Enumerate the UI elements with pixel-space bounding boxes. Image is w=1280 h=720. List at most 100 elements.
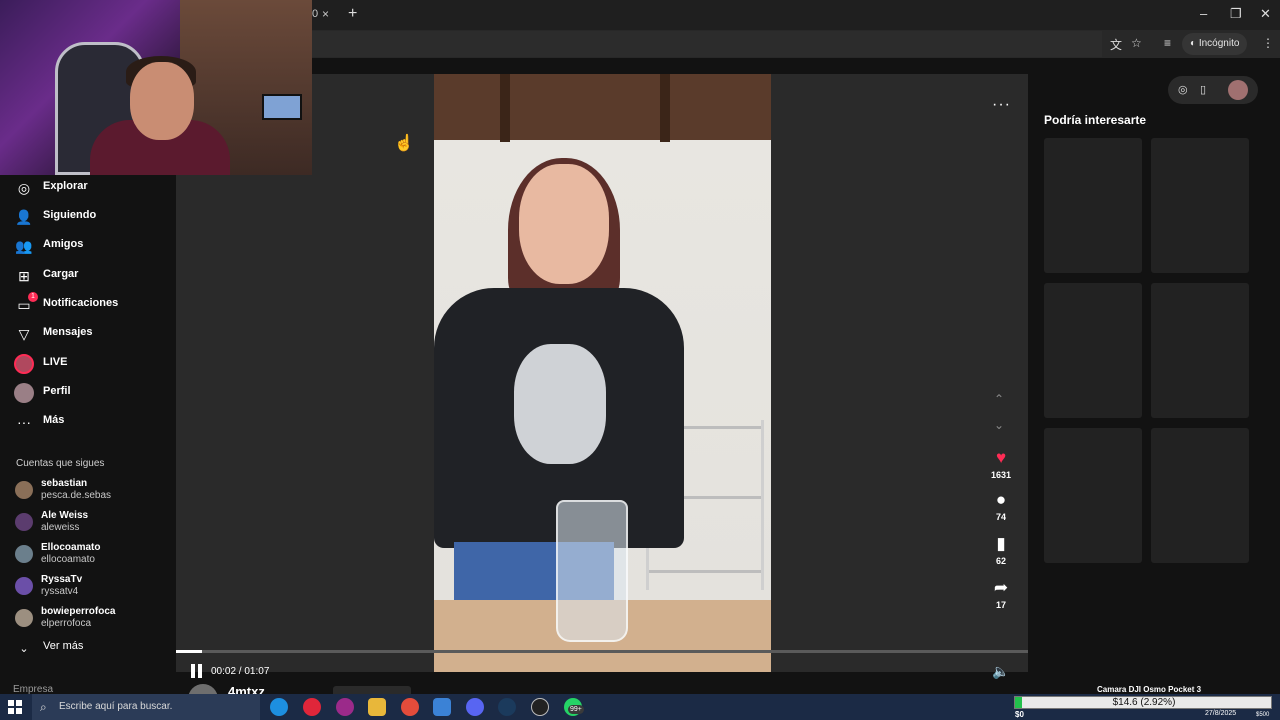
- minimize-button[interactable]: –: [1200, 6, 1207, 21]
- account-name: RyssaTv: [41, 574, 83, 585]
- followed-account[interactable]: Ale Weiss aleweiss: [0, 508, 176, 536]
- incognito-label: Incógnito: [1198, 38, 1240, 49]
- account-avatar: [15, 481, 33, 499]
- obs-app-icon[interactable]: [531, 698, 549, 716]
- send-icon: ▽: [18, 325, 30, 342]
- sidebar-item-notificaciones[interactable]: ▭ 1 Notificaciones: [0, 292, 176, 318]
- suggestion-card[interactable]: [1151, 138, 1249, 273]
- sidebar-item-explorar[interactable]: ◎ Explorar: [0, 175, 176, 201]
- chrome-app-icon[interactable]: [401, 698, 419, 716]
- video-ceiling-beam: [660, 74, 670, 142]
- followed-account[interactable]: sebastian pesca.de.sebas: [0, 476, 176, 504]
- tab-close-icon[interactable]: ×: [322, 7, 329, 21]
- bookmark-star-icon[interactable]: ☆: [1131, 36, 1142, 50]
- sidebar-item-cargar[interactable]: ⊞ Cargar: [0, 263, 176, 289]
- donation-goal-text: $14.6 (2.92%): [1112, 697, 1176, 708]
- comment-action[interactable]: ● 74: [982, 490, 1020, 522]
- followed-account[interactable]: Ellocoamato ellocoamato: [0, 540, 176, 568]
- file-explorer-app-icon[interactable]: [368, 698, 386, 716]
- playback-time: 00:02 / 01:07: [211, 666, 270, 677]
- browser-toolbar: 文 ☆ ≡ ◐ Incógnito ⋮: [312, 30, 1280, 58]
- donation-goal-max: $500: [1256, 712, 1270, 718]
- new-tab-button[interactable]: +: [348, 5, 357, 23]
- chevron-down-icon: ⌄: [19, 642, 29, 655]
- see-more-label: Ver más: [43, 640, 84, 652]
- progress-fill: [176, 650, 202, 653]
- media-control-icon[interactable]: ≡: [1164, 36, 1171, 50]
- device-icon[interactable]: ▯: [1200, 83, 1206, 96]
- more-options-button[interactable]: ···: [992, 96, 1011, 114]
- suggestion-card[interactable]: [1151, 428, 1249, 563]
- see-more-button[interactable]: ⌄ Ver más: [0, 635, 176, 661]
- search-icon: ⌕: [40, 700, 47, 714]
- account-name: bowieperrofoca: [41, 606, 116, 617]
- store-app-icon[interactable]: [433, 698, 451, 716]
- opera-gx-app-icon[interactable]: [336, 698, 354, 716]
- suggestion-card[interactable]: [1151, 283, 1249, 418]
- pause-button[interactable]: [190, 664, 204, 678]
- volume-icon[interactable]: 🔈: [992, 663, 1009, 680]
- more-icon: ···: [17, 414, 31, 430]
- sidebar-item-label: Siguiendo: [43, 209, 97, 221]
- next-video-icon[interactable]: ⌄: [994, 418, 1004, 432]
- taskbar-search[interactable]: ⌕ Escribe aquí para buscar.: [32, 694, 260, 720]
- address-bar[interactable]: [312, 31, 1102, 57]
- live-avatar: [14, 354, 34, 374]
- donation-goal-title: Camara DJI Osmo Pocket 3: [1097, 685, 1202, 694]
- like-action[interactable]: ♥ 1631: [982, 448, 1020, 480]
- account-avatar: [15, 545, 33, 563]
- sidebar-item-siguiendo[interactable]: 👤 Siguiendo: [0, 204, 176, 230]
- explore-icon[interactable]: ◎: [1178, 83, 1188, 96]
- save-count: 62: [995, 556, 1006, 566]
- video-frame[interactable]: [434, 74, 771, 672]
- browser-menu-icon[interactable]: ⋮: [1262, 36, 1274, 50]
- sidebar-item-amigos[interactable]: 👥 Amigos: [0, 233, 176, 259]
- comment-count: 74: [995, 512, 1006, 522]
- followed-account[interactable]: bowieperrofoca elperrofoca: [0, 604, 176, 632]
- account-handle: ellocoamato: [41, 554, 95, 565]
- account-name: Ale Weiss: [41, 510, 89, 521]
- save-action[interactable]: ▮ 62: [982, 534, 1020, 566]
- tab-title[interactable]: 0: [312, 8, 318, 20]
- suggestion-card[interactable]: [1044, 428, 1142, 563]
- progress-bar[interactable]: [176, 650, 1028, 653]
- account-handle: ryssatv4: [41, 586, 79, 597]
- sidebar-item-live[interactable]: LIVE: [0, 351, 176, 377]
- share-action[interactable]: ➦ 17: [982, 578, 1020, 610]
- share-icon[interactable]: ➦: [982, 578, 1020, 598]
- incognito-badge[interactable]: ◐ Incógnito: [1182, 33, 1248, 55]
- suggestions-title: Podría interesarte: [1044, 113, 1147, 127]
- incognito-icon: ◐: [1190, 38, 1199, 49]
- sidebar-item-perfil[interactable]: Perfil: [0, 380, 176, 406]
- followed-account[interactable]: RyssaTv ryssatv4: [0, 572, 176, 600]
- previous-video-icon[interactable]: ⌃: [994, 392, 1004, 406]
- comment-icon[interactable]: ●: [982, 490, 1020, 510]
- steam-app-icon[interactable]: [498, 698, 516, 716]
- suggestion-card[interactable]: [1044, 138, 1142, 273]
- bookmark-icon[interactable]: ▮: [982, 534, 1020, 554]
- windows-start-icon[interactable]: [8, 700, 22, 714]
- account-name: Ellocoamato: [41, 542, 101, 553]
- friends-icon: 👥: [15, 237, 33, 254]
- sidebar-item-mensajes[interactable]: ▽ Mensajes: [0, 321, 176, 347]
- close-window-button[interactable]: ✕: [1260, 6, 1271, 22]
- opera-app-icon[interactable]: [303, 698, 321, 716]
- sidebar-item-mas[interactable]: ··· Más: [0, 409, 176, 435]
- discord-app-icon[interactable]: [466, 698, 484, 716]
- account-name: sebastian: [41, 478, 88, 489]
- donation-goal-bar: $14.6 (2.92%): [1014, 696, 1272, 709]
- suggestion-card[interactable]: [1044, 283, 1142, 418]
- restore-button[interactable]: ❐: [1230, 6, 1242, 22]
- video-ceiling-beam: [500, 74, 510, 142]
- heart-icon[interactable]: ♥: [982, 448, 1020, 468]
- share-count: 17: [995, 600, 1006, 610]
- translate-icon[interactable]: 文: [1110, 36, 1122, 53]
- taskbar-date: 27/8/2025: [1205, 710, 1237, 717]
- like-count: 1631: [990, 470, 1012, 480]
- user-avatar[interactable]: [1228, 80, 1248, 100]
- account-handle: aleweiss: [41, 522, 80, 533]
- webcam-person-face: [130, 62, 194, 140]
- compass-icon: ◎: [17, 179, 31, 196]
- edge-app-icon[interactable]: [270, 698, 288, 716]
- video-sweater-print: [514, 344, 606, 464]
